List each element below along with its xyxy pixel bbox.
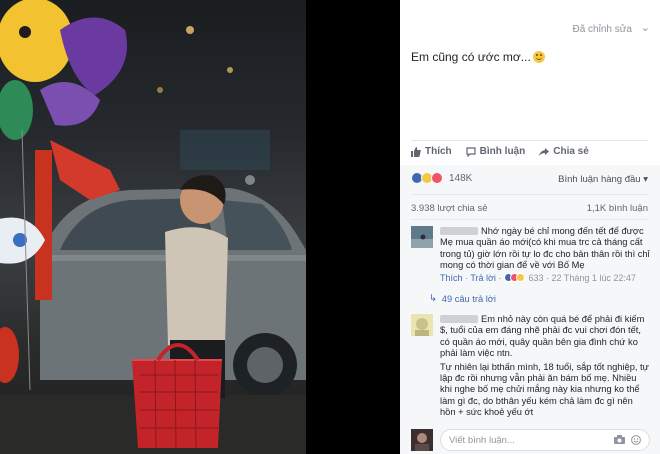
post-actions: Thích Bình luận Chia sẻ xyxy=(411,146,589,157)
share-icon xyxy=(539,147,550,156)
comments-count[interactable]: 1,1K bình luận xyxy=(587,203,648,214)
comment-like-link[interactable]: Thích xyxy=(440,273,463,283)
post-panel: Đã chỉnh sửa ⌄ Em cũng có ước mơ... Thíc… xyxy=(400,0,660,454)
divider xyxy=(411,219,648,220)
comment-sort-dropdown[interactable]: Bình luận hàng đầu ▾ xyxy=(558,174,648,185)
photo-scene xyxy=(0,0,306,454)
avatar[interactable] xyxy=(411,226,433,248)
divider xyxy=(411,194,648,195)
lightbox-gap xyxy=(306,0,400,454)
avatar[interactable] xyxy=(411,429,433,451)
comment-sort-label: Bình luận hàng đầu xyxy=(558,174,641,185)
emoji-icon[interactable] xyxy=(631,435,641,445)
comment-item: Nhớ ngày bé chỉ mong đến tết để được Mẹ … xyxy=(411,226,650,290)
replies-count: 49 câu trả lời xyxy=(441,293,496,304)
avatar[interactable] xyxy=(411,314,433,336)
comment-author[interactable] xyxy=(440,227,478,235)
comment-body: Nhớ ngày bé chỉ mong đến tết để được Mẹ … xyxy=(440,226,650,284)
reactions-summary[interactable]: 148K xyxy=(411,172,472,184)
comment-author[interactable] xyxy=(440,315,478,323)
comment-timestamp[interactable]: 22 Tháng 1 lúc 22:47 xyxy=(551,273,635,283)
post-text-content: Em cũng có ước mơ... xyxy=(411,50,531,64)
like-button[interactable]: Thích xyxy=(411,146,452,157)
comment-reaction-count[interactable]: 633 xyxy=(528,273,543,283)
comment-icon xyxy=(466,146,476,157)
post-options-chevron-icon[interactable]: ⌄ xyxy=(641,21,650,34)
shares-count[interactable]: 3.938 lượt chia sẻ xyxy=(411,203,488,214)
comment-input[interactable]: Viết bình luận... xyxy=(440,429,650,451)
camera-icon[interactable] xyxy=(614,435,625,444)
comment-text-paragraph: Tự nhiên lại bthấn mình, 18 tuổi, sắp tố… xyxy=(440,361,649,418)
comment-composer: Viết bình luận... xyxy=(411,429,650,453)
reactions-count: 148K xyxy=(449,172,473,184)
like-label: Thích xyxy=(425,146,452,157)
divider xyxy=(411,140,648,141)
haha-reaction-icon xyxy=(515,272,525,282)
comment-label: Bình luận xyxy=(479,146,526,157)
comment-item: Em nhỏ này còn quá bé để phải đi kiếm $,… xyxy=(411,314,650,424)
post-text: Em cũng có ước mơ... xyxy=(411,50,545,64)
comment-body: Em nhỏ này còn quá bé để phải đi kiếm $,… xyxy=(440,314,650,419)
share-label: Chia sẻ xyxy=(553,146,589,157)
comment-button[interactable]: Bình luận xyxy=(466,146,526,157)
share-button[interactable]: Chia sẻ xyxy=(539,146,589,157)
comment-input-placeholder: Viết bình luận... xyxy=(449,435,515,446)
caret-down-icon: ▾ xyxy=(643,174,648,185)
composer-tools xyxy=(614,435,641,445)
post-photo[interactable] xyxy=(0,0,306,454)
edited-label[interactable]: Đã chỉnh sửa xyxy=(572,24,632,35)
thumbs-up-icon xyxy=(411,146,421,157)
smile-emoji-icon xyxy=(532,51,545,63)
reply-arrow-icon: ↳ xyxy=(429,293,437,303)
love-reaction-icon xyxy=(431,172,443,184)
comment-meta: Thích · Trả lời · 633 · 22 Tháng 1 lúc 2… xyxy=(440,272,636,283)
comment-reply-link[interactable]: Trả lời xyxy=(470,273,496,283)
view-replies-link[interactable]: ↳ 49 câu trả lời xyxy=(429,293,496,304)
